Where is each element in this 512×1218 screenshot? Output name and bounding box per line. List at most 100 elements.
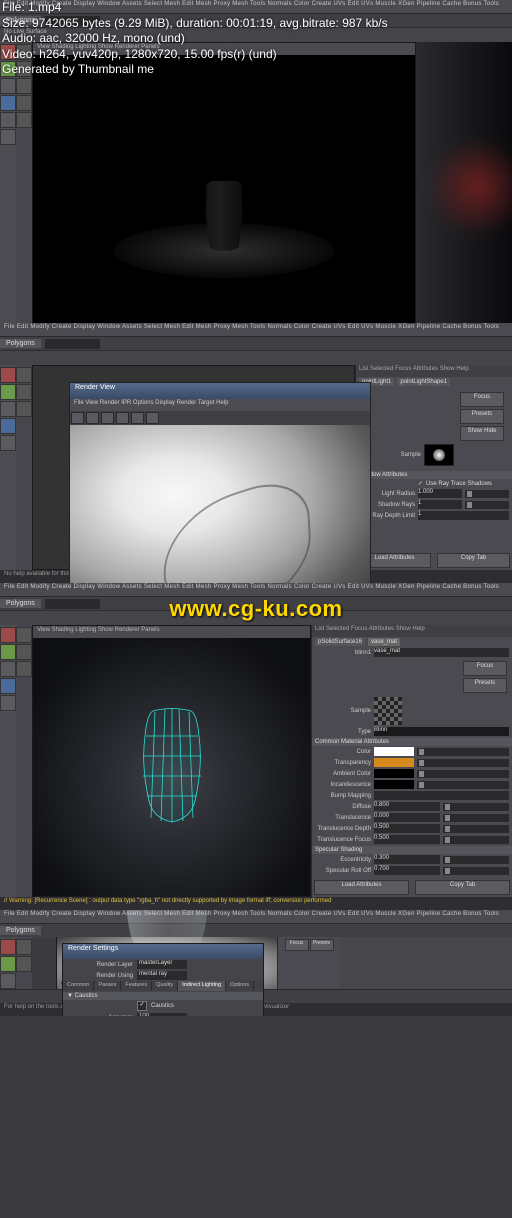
remove-image-button[interactable] <box>146 412 159 424</box>
scale-tool[interactable] <box>0 112 16 128</box>
material-name-field[interactable]: vase_mat <box>374 648 509 657</box>
shelf-item[interactable] <box>16 95 32 111</box>
presets-button[interactable]: Presets <box>460 409 504 424</box>
section-shadow-attributes[interactable]: Shadow Attributes <box>356 471 512 479</box>
rotate-tool[interactable] <box>0 973 16 989</box>
main-menu-bar[interactable]: File Edit Modify Create Display Window A… <box>0 910 512 923</box>
focus-button[interactable]: Focus <box>460 392 504 407</box>
focus-button[interactable]: Focus <box>463 661 507 676</box>
ae-tabs[interactable]: List Selected Focus Attributes Show Help <box>312 625 512 637</box>
move-tool[interactable] <box>0 78 16 94</box>
keep-image-button[interactable] <box>131 412 144 424</box>
tab-common[interactable]: Common <box>63 981 94 991</box>
scale-tool[interactable] <box>0 695 16 711</box>
shelf-item[interactable] <box>16 627 32 643</box>
render-settings-titlebar[interactable]: Render Settings <box>63 944 263 959</box>
viewport[interactable]: Render View File View Render IPR Options… <box>32 365 355 570</box>
transl-slider[interactable] <box>443 814 509 822</box>
status-line[interactable]: Polygons <box>0 923 512 937</box>
color-slider[interactable] <box>417 748 509 756</box>
scale-tool[interactable] <box>0 435 16 451</box>
accuracy-field[interactable]: 100 <box>137 1013 187 1016</box>
incand-swatch[interactable] <box>374 780 414 789</box>
copy-tab-button[interactable]: Copy Tab <box>437 553 510 568</box>
shelf-item[interactable] <box>16 384 32 400</box>
incand-slider[interactable] <box>417 781 509 789</box>
select-tool[interactable] <box>0 367 16 383</box>
move-tool[interactable] <box>0 401 16 417</box>
type-dropdown[interactable]: Blinn <box>374 727 509 736</box>
light-radius-field[interactable]: 1.000 <box>418 489 462 498</box>
section-caustics[interactable]: ▼ Caustics <box>63 992 263 1000</box>
diffuse-field[interactable]: 0.800 <box>374 802 440 811</box>
shadow-rays-field[interactable]: 1 <box>418 500 462 509</box>
tab-options[interactable]: Options <box>226 981 254 991</box>
layout-dropdown[interactable] <box>45 339 100 349</box>
node-tab[interactable]: pointLightShape1 <box>397 378 450 386</box>
transl-focus-slider[interactable] <box>443 836 509 844</box>
vase-wireframe-selected[interactable] <box>133 706 211 824</box>
light-radius-slider[interactable] <box>465 490 509 498</box>
rotate-tool[interactable] <box>0 95 16 111</box>
shelf-item[interactable] <box>16 939 32 955</box>
rotate-tool[interactable] <box>0 678 16 694</box>
bump-field[interactable] <box>374 791 509 800</box>
render-view-window[interactable]: Render View File View Render IPR Options… <box>69 382 371 583</box>
ipr-button[interactable] <box>86 412 99 424</box>
ambient-swatch[interactable] <box>374 769 414 778</box>
section-specular-shading[interactable]: Specular Shading <box>312 846 512 854</box>
shelf-bar[interactable] <box>0 350 512 365</box>
render-button[interactable] <box>71 412 84 424</box>
viewport[interactable]: View Shading Lighting Show Renderer Pane… <box>32 42 416 323</box>
shelf-item[interactable] <box>16 367 32 383</box>
render-view-titlebar[interactable]: Render View <box>70 383 370 399</box>
shelf-item[interactable] <box>16 401 32 417</box>
node-tab[interactable]: pSolidSurface16 <box>315 638 365 646</box>
render-view-menu[interactable]: File View Render IPR Options Display Ren… <box>70 399 370 411</box>
layout-dropdown[interactable] <box>45 599 100 609</box>
caustics-checkbox[interactable]: ✓ <box>137 1001 147 1011</box>
snapshot-button[interactable] <box>116 412 129 424</box>
main-menu-bar[interactable]: File Edit Modify Create Display Window A… <box>0 323 512 336</box>
status-line[interactable]: Polygons <box>0 336 512 350</box>
workspace-selector[interactable]: Polygons <box>0 599 41 608</box>
workspace-selector[interactable]: Polygons <box>0 339 41 348</box>
transparency-slider[interactable] <box>417 759 509 767</box>
ray-depth-field[interactable]: 1 <box>418 511 509 520</box>
viewport[interactable]: View Shading Lighting Show Renderer Pane… <box>32 625 311 897</box>
transl-field[interactable]: 0.000 <box>374 813 440 822</box>
workspace-selector[interactable]: Polygons <box>0 926 41 935</box>
rotate-tool[interactable] <box>0 418 16 434</box>
shelf-item[interactable] <box>16 661 32 677</box>
tab-quality[interactable]: Quality <box>152 981 178 991</box>
main-menu-bar[interactable]: File Edit Modify Create Display Window A… <box>0 583 512 596</box>
tab-indirect-lighting[interactable]: Indirect Lighting <box>178 981 226 991</box>
last-tool[interactable] <box>0 129 16 145</box>
transl-focus-field[interactable]: 0.500 <box>374 835 440 844</box>
shelf-item[interactable] <box>16 644 32 660</box>
spec-roll-slider[interactable] <box>443 867 509 875</box>
show-hide-button[interactable]: Show Hide <box>460 426 504 441</box>
lasso-tool[interactable] <box>0 644 16 660</box>
lasso-tool[interactable] <box>0 384 16 400</box>
ecc-field[interactable]: 0.300 <box>374 855 440 864</box>
ae-tabs[interactable]: List Selected Focus Attributes Show Help <box>356 365 512 377</box>
tab-features[interactable]: Features <box>121 981 152 991</box>
move-tool[interactable] <box>0 956 16 972</box>
shelf-item[interactable] <box>16 78 32 94</box>
diffuse-slider[interactable] <box>443 803 509 811</box>
focus-button[interactable]: Focus <box>285 939 309 951</box>
spec-roll-field[interactable]: 0.700 <box>374 866 440 875</box>
raytrace-shadows-checkbox[interactable]: ✓ <box>418 480 423 487</box>
select-tool[interactable] <box>0 939 16 955</box>
load-attributes-button[interactable]: Load Attributes <box>314 880 409 895</box>
tab-passes[interactable]: Passes <box>94 981 121 991</box>
transparency-swatch[interactable] <box>374 758 414 767</box>
select-tool[interactable] <box>0 627 16 643</box>
render-settings-window[interactable]: Render Settings Render LayermasterLayer … <box>62 943 264 1016</box>
move-tool[interactable] <box>0 661 16 677</box>
region-button[interactable] <box>101 412 114 424</box>
transl-depth-field[interactable]: 0.500 <box>374 824 440 833</box>
shadow-rays-slider[interactable] <box>465 501 509 509</box>
shelf-item[interactable] <box>16 956 32 972</box>
